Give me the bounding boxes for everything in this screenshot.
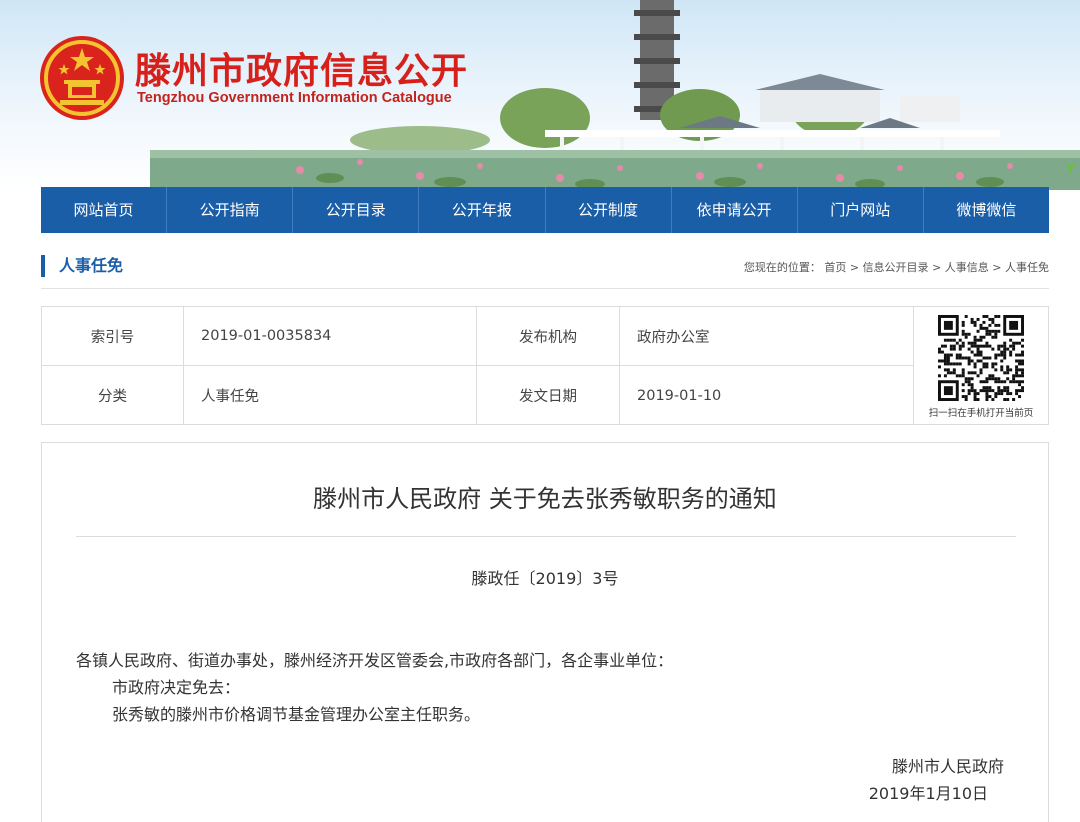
qr-code-image <box>938 315 1024 401</box>
nav-item-portal[interactable]: 门户网站 <box>798 187 924 233</box>
nav-item-home[interactable]: 网站首页 <box>41 187 168 233</box>
breadcrumb-separator: > <box>932 261 942 274</box>
qr-code-caption: 扫一扫在手机打开当前页 <box>928 408 1034 419</box>
breadcrumb: 您现在的位置： 首页 > 信息公开目录 > 人事信息 > 人事任免 <box>744 259 1049 275</box>
national-emblem-logo <box>40 36 124 120</box>
publisher-value: 政府办公室 <box>620 307 914 365</box>
breadcrumb-separator: > <box>849 261 860 274</box>
nav-item-regulations[interactable]: 公开制度 <box>546 187 672 233</box>
breadcrumb-prefix: 您现在的位置： <box>743 261 821 274</box>
nav-item-weibo-wechat[interactable]: 微博微信 <box>924 187 1049 233</box>
publisher-label: 发布机构 <box>477 307 620 365</box>
nav-item-guide[interactable]: 公开指南 <box>167 187 294 233</box>
breadcrumb-appointments[interactable]: 人事任免 <box>1005 261 1049 274</box>
article-panel: 滕州市人民政府 关于免去张秀敏职务的通知 滕政任〔2019〕3号 各镇人民政府、… <box>41 442 1049 822</box>
breadcrumb-catalogue[interactable]: 信息公开目录 <box>863 261 929 274</box>
category-value: 人事任免 <box>184 366 477 425</box>
section-title: 人事任免 <box>41 255 123 277</box>
article-divider <box>76 536 1016 537</box>
edge-mark: Y <box>1066 162 1076 177</box>
nav-item-apply[interactable]: 依申请公开 <box>672 187 798 233</box>
section-divider <box>41 288 1049 289</box>
nav-item-annual-report[interactable]: 公开年报 <box>419 187 546 233</box>
article-salutation: 各镇人民政府、街道办事处，滕州经济开发区管委会,市政府各部门，各企事业单位： <box>76 651 674 670</box>
site-subtitle: Tengzhou Government Information Catalogu… <box>137 90 452 106</box>
breadcrumb-personnel-info[interactable]: 人事信息 <box>945 261 989 274</box>
article-paragraph: 张秀敏的滕州市价格调节基金管理办公室主任职务。 <box>112 705 481 724</box>
article-title: 滕州市人民政府 关于免去张秀敏职务的通知 <box>313 485 777 513</box>
table-row: 索引号 2019-01-0035834 发布机构 政府办公室 <box>42 307 914 366</box>
article-date: 2019年1月10日 <box>868 784 988 803</box>
category-label: 分类 <box>42 366 184 425</box>
article-signature: 滕州市人民政府 <box>891 757 1004 776</box>
site-title: 滕州市政府信息公开 <box>135 51 469 92</box>
index-value: 2019-01-0035834 <box>184 307 477 365</box>
article-paragraph: 市政府决定免去： <box>112 678 241 697</box>
header-banner: 滕州市政府信息公开 Tengzhou Government Informatio… <box>0 0 1080 190</box>
nav-item-catalogue[interactable]: 公开目录 <box>293 187 420 233</box>
metadata-table: 索引号 2019-01-0035834 发布机构 政府办公室 分类 人事任免 发… <box>41 306 1049 425</box>
qr-code-panel: 扫一扫在手机打开当前页 <box>914 307 1048 424</box>
table-row: 分类 人事任免 发文日期 2019-01-10 <box>42 366 914 425</box>
main-nav: 网站首页 公开指南 公开目录 公开年报 公开制度 依申请公开 门户网站 微博微信 <box>41 187 1049 233</box>
index-label: 索引号 <box>42 307 184 365</box>
date-label: 发文日期 <box>477 366 620 425</box>
breadcrumb-separator: > <box>992 261 1002 274</box>
breadcrumb-home[interactable]: 首页 <box>824 261 846 274</box>
document-number: 滕政任〔2019〕3号 <box>471 569 619 588</box>
date-value: 2019-01-10 <box>620 366 914 425</box>
